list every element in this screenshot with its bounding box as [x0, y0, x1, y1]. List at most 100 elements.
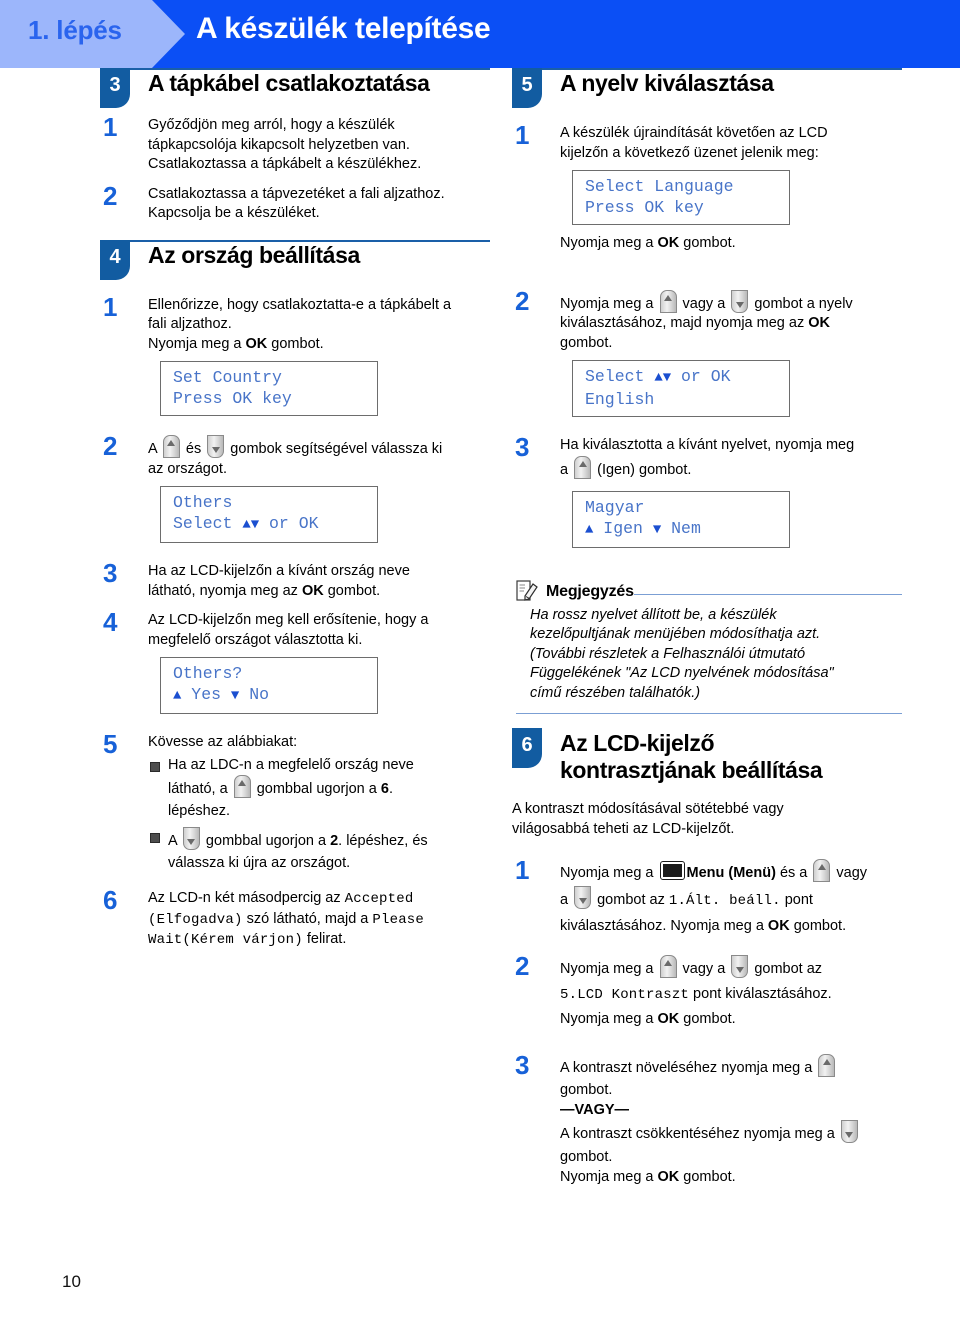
step-line: és	[181, 441, 206, 457]
lcd-text: or OK	[259, 514, 319, 533]
ok-key-label: OK	[657, 1168, 680, 1185]
section-4-title: Az ország beállítása	[148, 241, 360, 268]
up-arrow-key-icon[interactable]	[659, 289, 677, 313]
intro-line: A kontraszt módosításával sötétebbé vagy	[512, 801, 784, 817]
step-line: tápkapcsolója kikapcsolt helyzetben van.	[148, 136, 410, 153]
step-text: Nyomja meg a vagy a gombot az 5.LCD Kont…	[560, 955, 902, 1032]
step-line: az országot.	[148, 460, 227, 477]
lcd-line: Others	[173, 493, 233, 512]
step-item: 1 Győződjön meg arról, hogy a készülék t…	[100, 112, 490, 185]
section-5-title: A nyelv kiválasztása	[560, 70, 774, 96]
bullet-line: .	[388, 781, 393, 797]
step-item: 3 A kontraszt növeléséhez nyomja meg a g…	[512, 1050, 902, 1197]
down-arrow-key-icon[interactable]	[731, 955, 749, 978]
step-line: gombok segítségével válassza ki	[226, 441, 443, 457]
lcd-arrows: ▲▼	[654, 370, 672, 386]
step-line: gombot.	[789, 918, 847, 934]
up-arrow-key-icon[interactable]	[818, 1054, 836, 1077]
step-line: gombot az	[750, 961, 823, 977]
ok-key-label: OK	[808, 315, 830, 331]
step-line: pont kiválasztásához.	[689, 986, 832, 1002]
down-arrow-key-icon[interactable]	[840, 1120, 858, 1143]
down-arrow-key-icon[interactable]	[207, 435, 225, 458]
bullet-item: A gombbal ugorjon a 2. lépéshez, és vála…	[148, 826, 490, 874]
up-arrow-key-icon[interactable]	[233, 775, 251, 798]
step-item: 6 Az LCD-n két másodpercig az Accepted (…	[100, 885, 490, 961]
step-line: felirat.	[302, 931, 347, 947]
section-6-badge: 6	[512, 728, 542, 768]
step-line: Nyomja meg a	[148, 335, 246, 352]
down-arrow-key-icon[interactable]	[574, 886, 592, 909]
step-line: gombot.	[679, 1011, 736, 1027]
bullet-line: A	[168, 832, 181, 849]
up-arrow-key-icon[interactable]	[162, 435, 180, 458]
down-arrow-key-icon[interactable]	[182, 826, 200, 850]
note-line: című részében találhatók.)	[530, 684, 701, 701]
step-line: Csatlakoztassa a tápkábelt a készülékhez…	[148, 156, 422, 172]
lcd-menu-path: 5.LCD Kontraszt	[560, 987, 690, 1003]
lcd-message-text: Wait(Kérem várjon)	[148, 932, 303, 948]
note-heading: Megjegyzés	[516, 579, 902, 604]
step-line: Nyomja meg a	[560, 1168, 658, 1185]
up-arrow-key-icon[interactable]	[574, 455, 592, 479]
menu-button-label: Menu (Menü)	[686, 865, 776, 881]
bullet-line: gombbal ugorjon a	[252, 781, 381, 797]
step-text: Az LCD-kijelzőn meg kell erősítenie, hog…	[148, 611, 490, 650]
step-line: gombot.	[560, 1082, 613, 1098]
step-item: 4 Az LCD-kijelzőn meg kell erősítenie, h…	[100, 607, 490, 733]
step-line: (Igen) gombot.	[593, 461, 692, 478]
up-arrow-key-icon[interactable]	[813, 859, 831, 882]
step-item: 2 Nyomja meg a vagy a gombot az 5.LCD Ko…	[512, 951, 902, 1042]
step-line: Nyomja meg a	[560, 961, 658, 977]
menu-button-icon[interactable]	[659, 861, 685, 880]
step-line: és a	[775, 865, 812, 881]
lcd-text: Nem	[661, 518, 701, 538]
step-text: Kövesse az alábbiakat: Ha az LDC-n a meg…	[148, 733, 490, 873]
step-line: Kövesse az alábbiakat:	[148, 734, 298, 750]
step-line: kiválasztásához. Nyomja meg a	[560, 918, 768, 934]
step-number: 1	[515, 120, 530, 150]
step-number: 5	[103, 729, 118, 759]
lcd-line: ▲ Igen ▼ Nem	[585, 518, 777, 541]
step-line: gombot.	[560, 334, 613, 351]
note-line: kezelőpultjának menüjében módosíthatja a…	[530, 626, 821, 642]
step-line: Csatlakoztassa a tápvezetéket a fali alj…	[148, 185, 445, 202]
step-number: 2	[103, 431, 118, 461]
note-text: Ha rossz nyelvet állított be, a készülék…	[516, 603, 902, 710]
step-line: Győződjön meg arról, hogy a készülék	[148, 117, 395, 133]
lcd-text: or OK	[671, 367, 731, 386]
up-arrow-key-icon[interactable]	[659, 955, 677, 978]
lcd-text: Select	[585, 367, 655, 386]
step-text: Csatlakoztassa a tápvezetéket a fali alj…	[148, 185, 490, 224]
step-line: A	[148, 441, 161, 457]
lcd-display: Others? ▲ Yes ▼ No	[160, 657, 378, 714]
down-arrow-key-icon[interactable]	[731, 289, 749, 313]
step-item: 3 Ha kiválasztotta a kívánt nyelvet, nyo…	[512, 432, 902, 567]
step-line: Az LCD-kijelzőn meg kell erősítenie, hog…	[148, 612, 429, 628]
step-text: Győződjön meg arról, hogy a készülék táp…	[148, 116, 490, 175]
step-line: Ellenőrizze, hogy csatlakoztatta-e a táp…	[148, 296, 452, 313]
lcd-text: Igen	[593, 518, 653, 538]
step-line: Az LCD-n két másodpercig az	[148, 890, 345, 906]
lcd-line: Select ▲▼ or OK	[585, 366, 777, 389]
bullet-line: látható, a	[168, 781, 232, 797]
lcd-line: Select ▲▼ or OK	[173, 513, 365, 536]
step-number: 1	[103, 291, 118, 322]
ok-key-label: OK	[657, 235, 680, 251]
step-line: gombot.	[679, 1168, 736, 1185]
step-line: kiválasztásához, majd nyomja meg az	[560, 315, 809, 331]
step-item: 1 A készülék újraindítását követően az L…	[512, 120, 902, 264]
lcd-display: Magyar ▲ Igen ▼ Nem	[572, 490, 790, 548]
step-number: 3	[515, 1050, 530, 1080]
step-line: Ha az LCD-kijelzőn a kívánt ország neve	[148, 563, 410, 579]
lcd-display: Others Select ▲▼ or OK	[160, 486, 378, 543]
step-item: 3 Ha az LCD-kijelzőn a kívánt ország nev…	[100, 558, 490, 611]
ok-key-label: OK	[657, 1011, 680, 1027]
step-line: Ha kiválasztotta a kívánt nyelvet, nyomj…	[560, 437, 855, 453]
step-line: a	[560, 461, 573, 478]
step-line: kijelzőn a következő üzenet jelenik meg:	[560, 144, 819, 161]
page-number: 10	[62, 1272, 81, 1291]
step-number: 2	[515, 951, 530, 981]
note-pencil-icon	[516, 579, 538, 604]
section-3-title: A tápkábel csatlakoztatása	[148, 70, 430, 96]
